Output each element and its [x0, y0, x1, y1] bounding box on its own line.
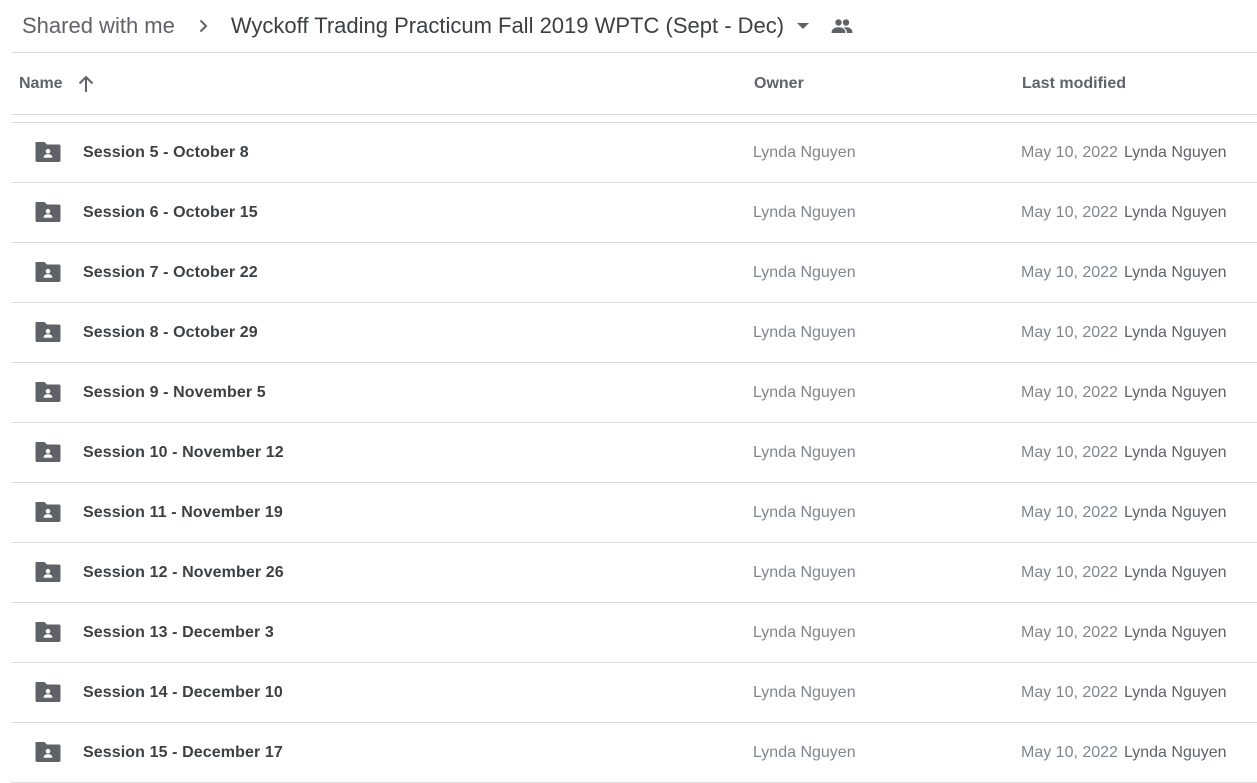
modified-date: May 10, 2022	[1021, 503, 1118, 521]
breadcrumb: Shared with me Wyckoff Trading Practicum…	[0, 0, 1257, 52]
file-row[interactable]: Session 8 - October 29 Lynda Nguyen May …	[11, 303, 1257, 363]
file-row[interactable]: Session 10 - November 12 Lynda Nguyen Ma…	[11, 423, 1257, 483]
file-last-modified: May 10, 2022 Lynda Nguyen	[1021, 243, 1227, 302]
column-header-last-modified[interactable]: Last modified	[1022, 53, 1126, 114]
arrow-up-icon[interactable]	[75, 73, 97, 95]
file-row[interactable]: Session 13 - December 3 Lynda Nguyen May…	[11, 603, 1257, 663]
column-header-name[interactable]: Name	[19, 53, 97, 114]
file-name[interactable]: Session 6 - October 15	[83, 183, 258, 242]
file-last-modified: May 10, 2022 Lynda Nguyen	[1021, 543, 1227, 602]
file-name[interactable]: Session 10 - November 12	[83, 423, 284, 482]
shared-folder-icon	[34, 380, 62, 404]
file-last-modified: May 10, 2022 Lynda Nguyen	[1021, 363, 1227, 422]
column-header-last-modified-label: Last modified	[1022, 74, 1127, 92]
file-last-modified: May 10, 2022 Lynda Nguyen	[1021, 723, 1227, 782]
modified-date: May 10, 2022	[1021, 683, 1118, 701]
modified-by: Lynda Nguyen	[1123, 503, 1227, 521]
modified-date: May 10, 2022	[1021, 623, 1118, 641]
file-name[interactable]: Session 7 - October 22	[83, 243, 258, 302]
column-header-owner-label: Owner	[754, 74, 804, 92]
file-last-modified: May 10, 2022 Lynda Nguyen	[1021, 303, 1227, 362]
modified-date: May 10, 2022	[1021, 263, 1118, 281]
file-last-modified: May 10, 2022 Lynda Nguyen	[1021, 183, 1227, 242]
shared-folder-icon	[34, 620, 62, 644]
column-header-name-label: Name	[19, 74, 63, 92]
modified-by: Lynda Nguyen	[1123, 203, 1227, 221]
column-header-owner[interactable]: Owner	[754, 53, 804, 114]
file-owner: Lynda Nguyen	[753, 323, 856, 341]
shared-folder-icon	[34, 680, 62, 704]
shared-folder-icon	[34, 440, 62, 464]
people-icon[interactable]	[824, 8, 860, 44]
file-name[interactable]: Session 5 - October 8	[83, 123, 249, 182]
file-name[interactable]: Session 8 - October 29	[83, 303, 258, 362]
file-owner: Lynda Nguyen	[753, 623, 856, 641]
file-row[interactable]: Session 14 - December 10 Lynda Nguyen Ma…	[11, 663, 1257, 723]
file-last-modified: May 10, 2022 Lynda Nguyen	[1021, 123, 1227, 182]
modified-date: May 10, 2022	[1021, 443, 1118, 461]
chevron-right-icon	[189, 12, 217, 40]
file-row[interactable]: Session 11 - November 19 Lynda Nguyen Ma…	[11, 483, 1257, 543]
shared-folder-icon	[34, 560, 62, 584]
file-last-modified: May 10, 2022 Lynda Nguyen	[1021, 603, 1227, 662]
file-row[interactable]: Session 9 - November 5 Lynda Nguyen May …	[11, 363, 1257, 423]
shared-folder-icon	[34, 260, 62, 284]
file-name[interactable]: Session 13 - December 3	[83, 603, 274, 662]
shared-folder-icon	[34, 500, 62, 524]
modified-date: May 10, 2022	[1021, 323, 1118, 341]
file-owner: Lynda Nguyen	[753, 743, 856, 761]
modified-date: May 10, 2022	[1021, 743, 1118, 761]
file-owner: Lynda Nguyen	[753, 383, 856, 401]
modified-date: May 10, 2022	[1021, 143, 1118, 161]
file-owner: Lynda Nguyen	[753, 443, 856, 461]
modified-by: Lynda Nguyen	[1123, 143, 1227, 161]
caret-down-icon[interactable]	[790, 13, 816, 39]
file-owner: Lynda Nguyen	[753, 563, 856, 581]
file-row[interactable]: Session 7 - October 22 Lynda Nguyen May …	[11, 243, 1257, 303]
file-name[interactable]: Session 15 - December 17	[83, 723, 283, 782]
modified-date: May 10, 2022	[1021, 203, 1118, 221]
breadcrumb-current-folder[interactable]: Wyckoff Trading Practicum Fall 2019 WPTC…	[221, 7, 790, 45]
modified-date: May 10, 2022	[1021, 383, 1118, 401]
file-last-modified: May 10, 2022 Lynda Nguyen	[1021, 483, 1227, 542]
file-row[interactable]: Session 12 - November 26 Lynda Nguyen Ma…	[11, 543, 1257, 603]
file-name[interactable]: Session 12 - November 26	[83, 543, 284, 602]
file-name[interactable]: Session 11 - November 19	[83, 483, 283, 542]
file-name[interactable]: Session 14 - December 10	[83, 663, 283, 722]
modified-date: May 10, 2022	[1021, 563, 1118, 581]
modified-by: Lynda Nguyen	[1123, 623, 1227, 641]
modified-by: Lynda Nguyen	[1123, 743, 1227, 761]
shared-folder-icon	[34, 140, 62, 164]
file-last-modified: May 10, 2022 Lynda Nguyen	[1021, 423, 1227, 482]
shared-folder-icon	[34, 200, 62, 224]
shared-folder-icon	[34, 320, 62, 344]
modified-by: Lynda Nguyen	[1123, 263, 1227, 281]
file-row[interactable]: Session 6 - October 15 Lynda Nguyen May …	[11, 183, 1257, 243]
modified-by: Lynda Nguyen	[1123, 323, 1227, 341]
file-owner: Lynda Nguyen	[753, 203, 856, 221]
file-last-modified: May 10, 2022 Lynda Nguyen	[1021, 663, 1227, 722]
modified-by: Lynda Nguyen	[1123, 443, 1227, 461]
modified-by: Lynda Nguyen	[1123, 683, 1227, 701]
file-owner: Lynda Nguyen	[753, 683, 856, 701]
modified-by: Lynda Nguyen	[1123, 383, 1227, 401]
column-header-row: Name Owner Last modified	[11, 53, 1257, 115]
modified-by: Lynda Nguyen	[1123, 563, 1227, 581]
file-row[interactable]: Session 15 - December 17 Lynda Nguyen Ma…	[11, 723, 1257, 783]
file-owner: Lynda Nguyen	[753, 143, 856, 161]
file-list: Session 5 - October 8 Lynda Nguyen May 1…	[11, 122, 1257, 783]
shared-folder-icon	[34, 740, 62, 764]
file-name[interactable]: Session 9 - November 5	[83, 363, 266, 422]
breadcrumb-root-shared-with-me[interactable]: Shared with me	[12, 7, 185, 45]
file-owner: Lynda Nguyen	[753, 503, 856, 521]
file-row[interactable]: Session 5 - October 8 Lynda Nguyen May 1…	[11, 123, 1257, 183]
file-owner: Lynda Nguyen	[753, 263, 856, 281]
